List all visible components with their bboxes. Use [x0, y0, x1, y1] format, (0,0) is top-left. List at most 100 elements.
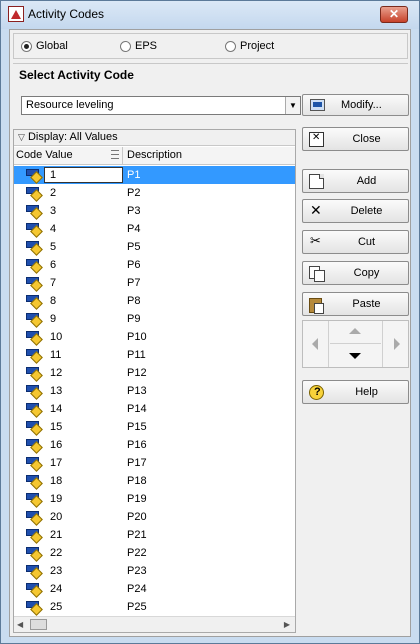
- table-row[interactable]: 18 P18: [14, 472, 295, 490]
- scroll-right-icon[interactable]: ▶: [284, 620, 290, 629]
- code-value-icon: [26, 547, 41, 557]
- arrow-up-icon: [349, 328, 361, 334]
- paste-button[interactable]: Paste: [302, 292, 409, 316]
- app-icon: [8, 6, 24, 22]
- radio-project-indicator[interactable]: [225, 40, 236, 52]
- help-button[interactable]: Help: [302, 380, 409, 404]
- table-row[interactable]: 3 P3: [14, 202, 295, 220]
- description-cell: P7: [127, 277, 141, 289]
- radio-eps-indicator[interactable]: [120, 40, 131, 52]
- code-value-icon: [26, 529, 41, 539]
- description-cell: P9: [127, 313, 141, 325]
- window-close-button[interactable]: ✕: [380, 6, 408, 23]
- code-value-icon: [26, 565, 41, 575]
- table-row[interactable]: 22 P22: [14, 544, 295, 562]
- table-row[interactable]: 25 P25: [14, 598, 295, 616]
- arrow-down-icon: [349, 353, 361, 359]
- horizontal-scrollbar[interactable]: ◀ ▶: [14, 616, 295, 632]
- dialog-body: Global EPS Project Select Activity Code …: [9, 29, 411, 637]
- activity-code-select[interactable]: Resource leveling ▼: [21, 96, 301, 115]
- scope-radio-group: Global EPS Project: [13, 33, 408, 59]
- add-button[interactable]: Add: [302, 169, 409, 193]
- scroll-left-icon[interactable]: ◀: [17, 620, 23, 629]
- table-row[interactable]: 17 P17: [14, 454, 295, 472]
- code-value-icon: [26, 475, 41, 485]
- radio-global[interactable]: Global: [21, 40, 68, 52]
- table-row[interactable]: 5 P5: [14, 238, 295, 256]
- description-cell: P12: [127, 367, 147, 379]
- table-row[interactable]: 14 P14: [14, 400, 295, 418]
- radio-eps[interactable]: EPS: [120, 40, 157, 52]
- code-value-cell: 1: [50, 169, 57, 181]
- modify-button[interactable]: Modify...: [302, 94, 409, 116]
- code-value-icon: [26, 439, 41, 449]
- delete-button[interactable]: Delete: [302, 199, 409, 223]
- move-up-button[interactable]: [330, 321, 381, 344]
- column-header-description[interactable]: Description: [124, 147, 185, 163]
- code-value-icon: [26, 223, 41, 233]
- table-row[interactable]: 13 P13: [14, 382, 295, 400]
- description-cell: P2: [127, 187, 141, 199]
- radio-project[interactable]: Project: [225, 40, 274, 52]
- table-row[interactable]: 10 P10: [14, 328, 295, 346]
- scissors-icon: [309, 233, 324, 250]
- delete-button-label: Delete: [350, 205, 383, 217]
- table-row[interactable]: 11 P11: [14, 346, 295, 364]
- modify-button-label: Modify...: [341, 99, 382, 111]
- code-value-icon: [26, 403, 41, 413]
- grid-rows: 1 P1 2 P2 3 P3 4 P4 5 P5 6 P6 7 P7 8 P8 9 P9 10 P10 11 P11 12 P…: [14, 166, 295, 616]
- move-down-button[interactable]: [330, 345, 381, 367]
- column-header-code-value[interactable]: Code Value: [14, 147, 123, 164]
- table-row[interactable]: 23 P23: [14, 562, 295, 580]
- radio-global-label: Global: [36, 40, 68, 53]
- code-value-cell: 11: [50, 349, 62, 361]
- table-row[interactable]: 12 P12: [14, 364, 295, 382]
- column-header-code-value-label: Code Value: [16, 149, 73, 161]
- code-value-cell: 12: [50, 367, 63, 379]
- description-cell: P25: [127, 601, 147, 613]
- table-row[interactable]: 9 P9: [14, 310, 295, 328]
- table-row[interactable]: 4 P4: [14, 220, 295, 238]
- radio-project-label: Project: [240, 40, 275, 53]
- title-bar[interactable]: Activity Codes ✕: [1, 1, 419, 29]
- description-cell: P8: [127, 295, 141, 307]
- radio-global-indicator[interactable]: [21, 40, 32, 52]
- delete-icon: [309, 202, 324, 219]
- paste-button-label: Paste: [352, 298, 381, 310]
- cut-button[interactable]: Cut: [302, 230, 409, 254]
- table-row[interactable]: 24 P24: [14, 580, 295, 598]
- table-row[interactable]: 19 P19: [14, 490, 295, 508]
- activity-codes-dialog: Activity Codes ✕ Global EPS Project Sele…: [0, 0, 420, 644]
- modify-icon: [310, 99, 325, 111]
- window-title: Activity Codes: [28, 7, 105, 21]
- table-row[interactable]: 7 P7: [14, 274, 295, 292]
- add-button-label: Add: [356, 175, 377, 187]
- description-cell: P6: [127, 259, 141, 271]
- code-value-cell: 24: [50, 583, 63, 595]
- table-row[interactable]: 21 P21: [14, 526, 295, 544]
- table-row[interactable]: 15 P15: [14, 418, 295, 436]
- sort-icon[interactable]: [111, 150, 119, 159]
- code-value-cell: 9: [50, 313, 57, 325]
- new-document-icon: [309, 174, 324, 189]
- copy-button[interactable]: Copy: [302, 261, 409, 285]
- close-button[interactable]: Close: [302, 127, 409, 151]
- move-right-button[interactable]: [382, 321, 408, 367]
- table-row[interactable]: 1 P1: [14, 166, 295, 184]
- arrow-right-icon: [394, 338, 400, 350]
- description-cell: P10: [127, 331, 147, 343]
- table-row[interactable]: 2 P2: [14, 184, 295, 202]
- table-row[interactable]: 20 P20: [14, 508, 295, 526]
- code-value-icon: [26, 583, 41, 593]
- code-value-icon: [26, 241, 41, 251]
- description-cell: P4: [127, 223, 141, 235]
- table-row[interactable]: 16 P16: [14, 436, 295, 454]
- code-value-cell: 13: [50, 385, 63, 397]
- chevron-down-icon[interactable]: ▼: [285, 97, 300, 114]
- arrow-left-icon: [312, 338, 318, 350]
- scrollbar-thumb[interactable]: [30, 619, 47, 630]
- display-filter[interactable]: ▽ Display: All Values: [14, 130, 295, 146]
- table-row[interactable]: 8 P8: [14, 292, 295, 310]
- move-left-button[interactable]: [303, 321, 329, 367]
- table-row[interactable]: 6 P6: [14, 256, 295, 274]
